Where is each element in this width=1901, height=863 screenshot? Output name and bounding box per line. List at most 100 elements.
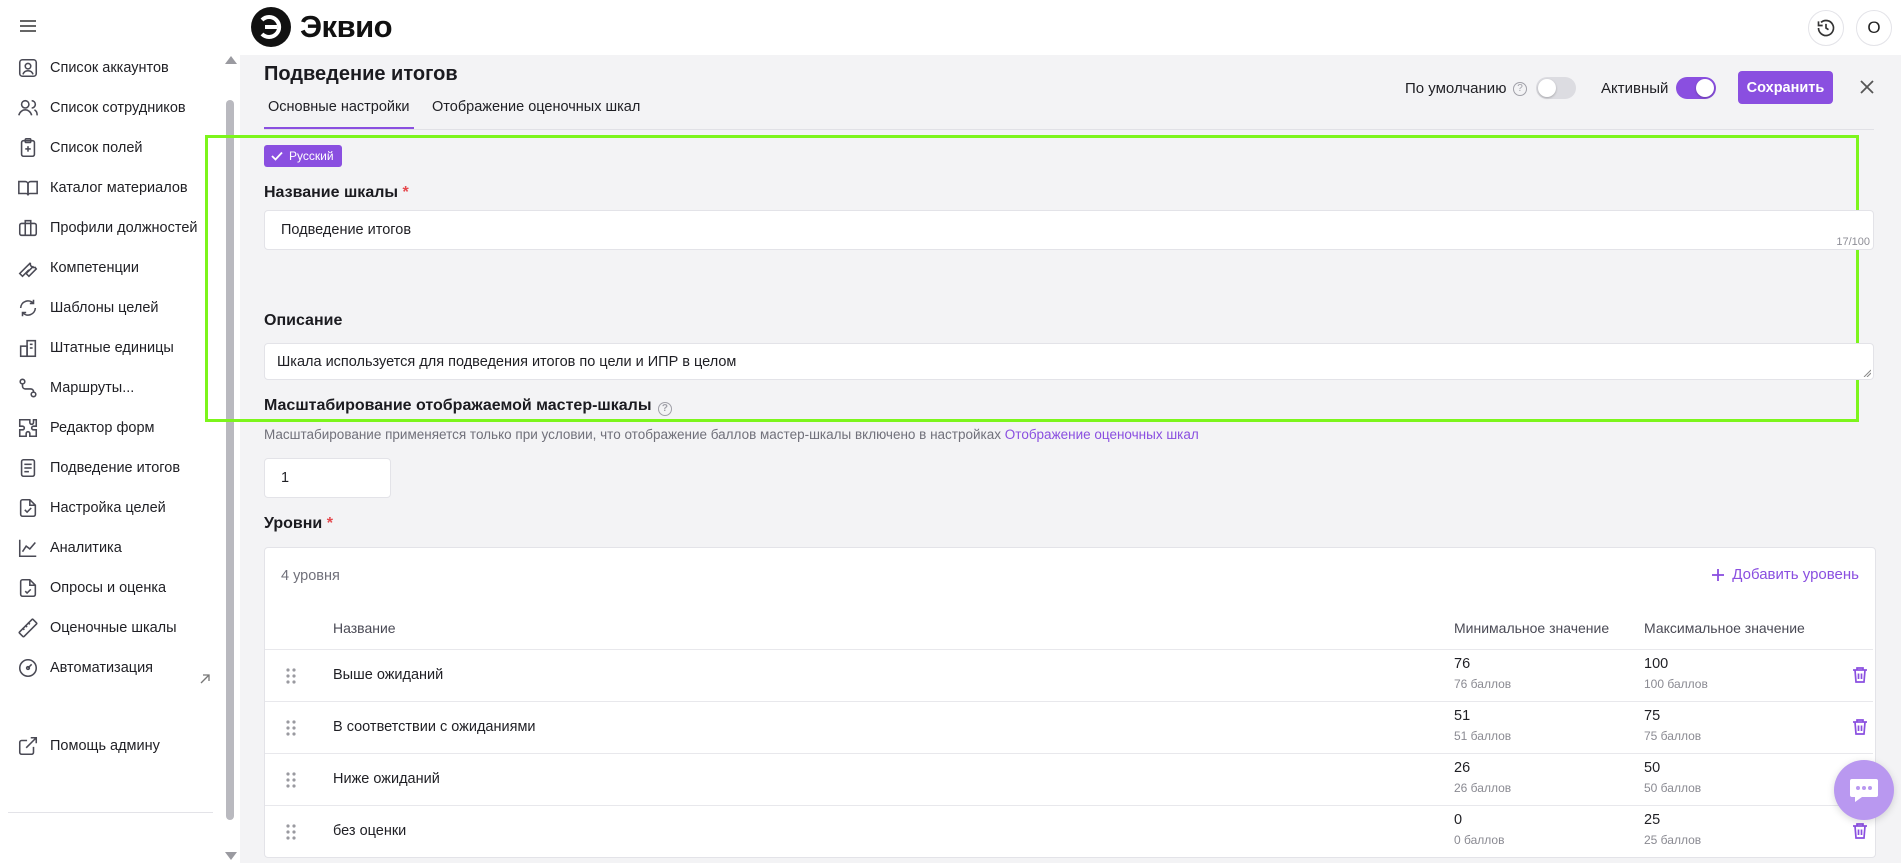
help-circle-icon[interactable]: ? bbox=[1513, 82, 1527, 96]
puzzle-icon bbox=[17, 417, 39, 439]
level-min: 51 bbox=[1454, 708, 1471, 724]
sidebar-item-accounts[interactable]: Список аккаунтов bbox=[0, 48, 215, 88]
default-toggle[interactable] bbox=[1536, 77, 1576, 99]
save-button[interactable]: Сохранить bbox=[1738, 71, 1833, 104]
language-chip[interactable]: Русский bbox=[264, 145, 342, 167]
sidebar-item-goal-templates[interactable]: Шаблоны целей bbox=[0, 288, 215, 328]
trash-icon[interactable] bbox=[1850, 665, 1870, 685]
levels-label-text: Уровни bbox=[264, 515, 323, 532]
sidebar: Список аккаунтов Список сотрудников Спис… bbox=[0, 46, 238, 863]
char-counter: 17/100 bbox=[1836, 236, 1870, 248]
levels-count: 4 уровня bbox=[281, 568, 340, 584]
page-title: Подведение итогов bbox=[264, 63, 458, 85]
sidebar-item-label: Опросы и оценка bbox=[50, 580, 167, 596]
user-square-icon bbox=[17, 57, 39, 79]
table-row[interactable]: Ниже ожиданий 26 26 баллов 50 50 баллов bbox=[265, 753, 1873, 805]
description-label: Описание bbox=[264, 312, 342, 330]
sidebar-item-routes[interactable]: Маршруты... bbox=[0, 368, 215, 408]
logo-mark-icon bbox=[250, 6, 292, 48]
avatar[interactable]: O bbox=[1856, 10, 1892, 46]
description-label-text: Описание bbox=[264, 312, 343, 329]
scaling-hint-text: Масштабирование применяется только при у… bbox=[264, 427, 1002, 442]
level-min: 0 bbox=[1454, 812, 1463, 828]
description-textarea[interactable]: Шкала используется для подведения итогов… bbox=[264, 343, 1874, 380]
drag-handle-icon[interactable] bbox=[285, 823, 297, 841]
chat-button[interactable] bbox=[1834, 760, 1894, 820]
history-button[interactable] bbox=[1808, 10, 1844, 46]
users-icon bbox=[17, 97, 39, 119]
sidebar-item-goal-settings[interactable]: Настройка целей bbox=[0, 488, 215, 528]
history-icon bbox=[1817, 19, 1835, 37]
sidebar-item-form-editor[interactable]: Редактор форм bbox=[0, 408, 215, 448]
sidebar-item-automation[interactable]: Автоматизация bbox=[0, 648, 215, 688]
levels-label: Уровни * bbox=[264, 515, 333, 533]
drag-handle-icon[interactable] bbox=[285, 771, 297, 789]
survey-icon bbox=[17, 577, 39, 599]
scale-name-input[interactable]: Подведение итогов 17/100 bbox=[264, 210, 1874, 250]
menu-icon[interactable] bbox=[16, 14, 40, 38]
add-level-button[interactable]: Добавить уровень bbox=[1710, 566, 1859, 583]
gauge-icon bbox=[17, 657, 39, 679]
scaling-input[interactable]: 1 bbox=[264, 458, 391, 498]
level-min: 76 bbox=[1454, 656, 1471, 672]
wrench-icon bbox=[17, 257, 39, 279]
scale-display-link[interactable]: Отображение оценочных шкал bbox=[1005, 427, 1199, 442]
sidebar-item-rating-scales[interactable]: Оценочные шкалы bbox=[0, 608, 215, 648]
document-check-icon bbox=[17, 497, 39, 519]
resize-handle-icon[interactable] bbox=[1863, 369, 1871, 377]
table-row[interactable]: без оценки 0 0 баллов 25 25 баллов bbox=[265, 805, 1873, 857]
sidebar-item-job-profiles[interactable]: Профили должностей bbox=[0, 208, 215, 248]
sidebar-item-surveys[interactable]: Опросы и оценка bbox=[0, 568, 215, 608]
active-toggle[interactable] bbox=[1676, 77, 1716, 99]
close-icon[interactable] bbox=[1857, 77, 1877, 97]
briefcase-icon bbox=[17, 217, 39, 239]
active-toggle-label: Активный bbox=[1601, 80, 1669, 97]
scaling-hint: Масштабирование применяется только при у… bbox=[264, 427, 1199, 442]
table-row[interactable]: В соответствии с ожиданиями 51 51 баллов… bbox=[265, 701, 1873, 753]
document-lines-icon bbox=[17, 457, 39, 479]
book-open-icon bbox=[17, 177, 39, 199]
level-min-points: 26 баллов bbox=[1454, 781, 1512, 795]
org-structure-icon bbox=[17, 337, 39, 359]
help-circle-icon[interactable]: ? bbox=[657, 402, 672, 416]
level-name: Выше ожиданий bbox=[333, 667, 444, 683]
drag-handle-icon[interactable] bbox=[285, 719, 297, 737]
sidebar-item-label: Штатные единицы bbox=[50, 340, 174, 356]
sidebar-item-help[interactable]: Помощь админу bbox=[0, 726, 215, 766]
sidebar-item-label: Помощь админу bbox=[50, 738, 160, 754]
level-min-points: 0 баллов bbox=[1454, 833, 1505, 847]
level-name: В соответствии с ожиданиями bbox=[333, 719, 536, 735]
required-marker: * bbox=[402, 184, 409, 201]
sidebar-item-summary[interactable]: Подведение итогов bbox=[0, 448, 215, 488]
level-name: без оценки bbox=[333, 823, 407, 839]
sidebar-item-competencies[interactable]: Компетенции bbox=[0, 248, 215, 288]
scroll-up-arrow[interactable] bbox=[225, 56, 237, 64]
sidebar-item-materials[interactable]: Каталог материалов bbox=[0, 168, 215, 208]
level-max: 100 bbox=[1644, 656, 1669, 672]
description-value: Шкала используется для подведения итогов… bbox=[277, 353, 737, 370]
level-min-points: 51 баллов bbox=[1454, 729, 1512, 743]
tab-scale-display[interactable]: Отображение оценочных шкал bbox=[432, 95, 640, 129]
scale-name-label-text: Название шкалы bbox=[264, 184, 399, 201]
logo[interactable]: Эквио bbox=[250, 6, 393, 48]
col-header-min: Минимальное значение bbox=[1454, 620, 1610, 636]
scaling-value: 1 bbox=[281, 470, 290, 486]
sidebar-item-staff-units[interactable]: Штатные единицы bbox=[0, 328, 215, 368]
drag-handle-icon[interactable] bbox=[285, 667, 297, 685]
refresh-icon bbox=[17, 297, 39, 319]
trash-icon[interactable] bbox=[1850, 717, 1870, 737]
levels-card: 4 уровня Добавить уровень Название Миним… bbox=[264, 547, 1876, 858]
table-row[interactable]: Выше ожиданий 76 76 баллов 100 100 балло… bbox=[265, 649, 1873, 701]
scroll-down-arrow[interactable] bbox=[225, 852, 237, 860]
level-min: 26 bbox=[1454, 760, 1471, 776]
sidebar-item-analytics[interactable]: Аналитика bbox=[0, 528, 215, 568]
tab-main-settings[interactable]: Основные настройки bbox=[264, 95, 414, 129]
sidebar-item-label: Компетенции bbox=[50, 260, 139, 276]
sidebar-item-label: Настройка целей bbox=[50, 500, 166, 516]
sidebar-item-fields[interactable]: Список полей bbox=[0, 128, 215, 168]
level-max: 50 bbox=[1644, 760, 1661, 776]
sidebar-item-employees[interactable]: Список сотрудников bbox=[0, 88, 215, 128]
level-max-points: 75 баллов bbox=[1644, 729, 1702, 743]
sidebar-item-label: Редактор форм bbox=[50, 420, 155, 436]
trash-icon[interactable] bbox=[1850, 821, 1870, 841]
